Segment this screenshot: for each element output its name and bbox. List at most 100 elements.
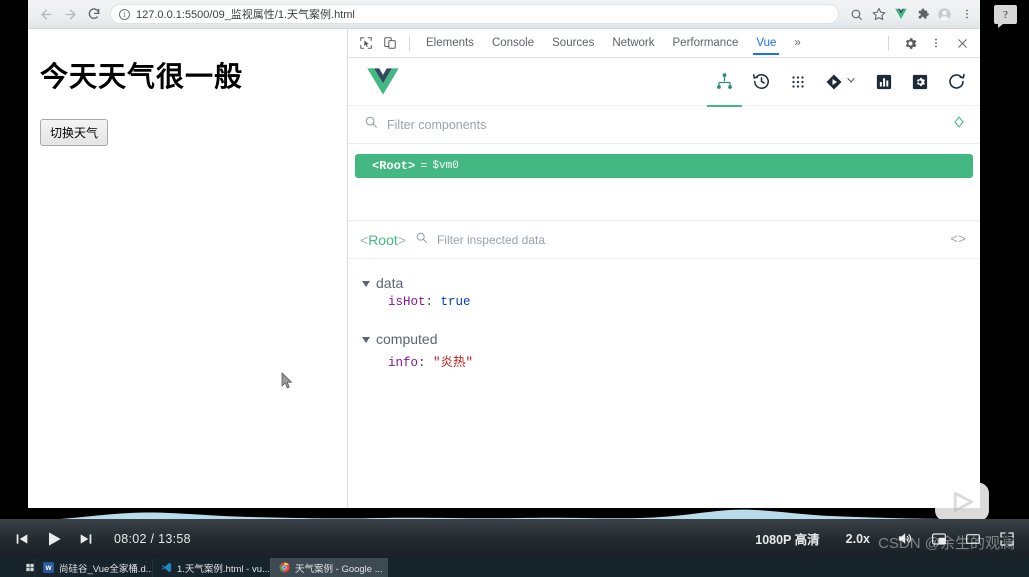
prop-key: info xyxy=(388,356,419,370)
video-player-controls: 08:02 / 13:58 1080P 高清 2.0x xyxy=(0,519,1029,558)
toggle-weather-button[interactable]: 切换天气 xyxy=(40,119,109,146)
tab-sources[interactable]: Sources xyxy=(543,32,603,55)
inspect-element-icon[interactable] xyxy=(354,32,378,54)
windows-taskbar: W 尚硅谷_Vue全家桶.d... 1.天气案例.html - vu... 天气… xyxy=(0,558,1029,577)
page-viewport: 今天天气很一般 切换天气 xyxy=(28,29,348,508)
word-icon: W xyxy=(43,562,54,573)
bookmark-star-icon[interactable] xyxy=(869,5,888,24)
windows-start-icon[interactable] xyxy=(0,558,34,577)
devtools-actions xyxy=(881,32,974,54)
chrome-menu-icon[interactable] xyxy=(957,5,976,24)
widescreen-icon[interactable] xyxy=(965,531,981,547)
prop-info: info: "炎热" xyxy=(388,356,474,370)
devtools-tabbar: Elements Console Sources Network Perform… xyxy=(348,29,980,58)
gear-icon[interactable] xyxy=(898,32,922,54)
tree-node-equals: = xyxy=(420,159,428,173)
group-label-data: data xyxy=(376,275,404,291)
volume-icon[interactable] xyxy=(896,530,913,547)
tree-node-vm: $vm0 xyxy=(432,160,459,172)
taskbar-item-vscode[interactable]: 1.天气案例.html - vu... xyxy=(152,558,270,577)
letterbox-right xyxy=(980,0,1029,508)
zoom-icon[interactable] xyxy=(847,5,866,24)
inspected-component-name: <Root> xyxy=(360,232,406,248)
play-icon[interactable] xyxy=(44,529,64,549)
inspected-data-body: data isHot: true computed info: "炎热" xyxy=(348,259,980,508)
previous-track-icon[interactable] xyxy=(14,531,30,547)
taskbar-label: 尚硅谷_Vue全家桶.d... xyxy=(59,563,152,575)
close-icon[interactable] xyxy=(950,32,974,54)
tab-network[interactable]: Network xyxy=(603,32,663,55)
time-display: 08:02 / 13:58 xyxy=(114,531,191,546)
taskbar-label: 天气案例 - Google ... xyxy=(295,563,383,575)
tree-row-root[interactable]: <Root> = $vm0 xyxy=(355,154,973,178)
angle-close: > xyxy=(397,231,406,248)
profile-avatar-icon[interactable] xyxy=(935,5,954,24)
browser-toolbar-icons xyxy=(847,5,980,24)
search-icon xyxy=(415,231,428,249)
address-bar-url: 127.0.0.1:5500/09_监视属性/1.天气案例.html xyxy=(136,9,355,21)
next-track-icon[interactable] xyxy=(78,531,94,547)
vue-tool-buttons xyxy=(707,67,966,107)
back-arrow-icon[interactable] xyxy=(34,2,58,26)
component-tree: <Root> = $vm0 xyxy=(348,144,980,220)
chevron-down-icon[interactable] xyxy=(845,73,857,91)
root-name: Root xyxy=(368,231,398,248)
group-data[interactable]: data xyxy=(362,275,980,291)
vue-devtools-icon[interactable] xyxy=(891,5,910,24)
vue-logo xyxy=(367,68,399,95)
group-computed[interactable]: computed xyxy=(362,331,980,347)
prop-key: isHot xyxy=(388,295,426,309)
group-label-computed: computed xyxy=(376,331,438,347)
taskbar-item-word[interactable]: W 尚硅谷_Vue全家桶.d... xyxy=(34,558,152,577)
tab-vue[interactable]: Vue xyxy=(747,32,785,55)
screen-root: i 127.0.0.1:5500/09_监视属性/1.天气案例.html 今天天… xyxy=(0,0,1029,577)
mouse-cursor xyxy=(281,372,293,389)
tab-overflow-chevron[interactable]: » xyxy=(785,32,809,55)
reload-icon[interactable] xyxy=(82,2,106,26)
speed-selector[interactable]: 2.0x xyxy=(846,532,870,546)
tab-performance[interactable]: Performance xyxy=(664,32,748,55)
vuex-dots-icon[interactable] xyxy=(789,67,807,97)
taskbar-item-chrome[interactable]: 天气案例 - Google ... xyxy=(270,558,388,577)
svg-text:W: W xyxy=(45,565,52,572)
device-toolbar-icon[interactable] xyxy=(378,32,402,54)
extensions-puzzle-icon[interactable] xyxy=(913,5,932,24)
prop-value: "炎热" xyxy=(433,356,474,370)
letterbox-left xyxy=(0,0,28,508)
tab-console[interactable]: Console xyxy=(483,32,543,55)
address-bar[interactable]: i 127.0.0.1:5500/09_监视属性/1.天气案例.html xyxy=(110,4,839,24)
search-icon xyxy=(364,115,378,134)
tree-node-tag: <Root> xyxy=(372,159,416,173)
recorded-browser-window: i 127.0.0.1:5500/09_监视属性/1.天气案例.html 今天天… xyxy=(28,0,980,508)
caret-down-icon[interactable] xyxy=(362,337,370,343)
devtools-panel: Elements Console Sources Network Perform… xyxy=(348,29,980,508)
tab-elements[interactable]: Elements xyxy=(417,32,483,55)
site-info-icon[interactable]: i xyxy=(119,8,130,20)
actions-divider xyxy=(888,35,889,51)
filter-components-input[interactable] xyxy=(387,117,943,132)
picture-in-picture-icon[interactable] xyxy=(931,531,947,547)
filter-inspected-data-input[interactable] xyxy=(436,232,942,247)
settings-square-icon[interactable] xyxy=(911,67,929,97)
kebab-menu-icon[interactable] xyxy=(924,32,948,54)
refresh-icon[interactable] xyxy=(947,67,966,97)
prop-value: true xyxy=(440,295,471,309)
caret-down-icon[interactable] xyxy=(362,281,370,287)
components-tree-icon[interactable] xyxy=(707,67,742,107)
routing-diamond-icon[interactable] xyxy=(825,67,857,97)
inspected-data-header: <Root> <> xyxy=(348,220,980,259)
page-title: 今天天气很一般 xyxy=(40,62,244,93)
timeline-history-icon[interactable] xyxy=(752,67,771,97)
help-tooltip-badge[interactable]: ? xyxy=(994,5,1017,28)
vue-devtools-header xyxy=(348,58,980,107)
filter-components-row xyxy=(348,106,980,144)
forward-arrow-icon[interactable] xyxy=(58,2,82,26)
quality-selector[interactable]: 1080P 高清 xyxy=(755,529,819,548)
fullscreen-icon[interactable] xyxy=(999,531,1015,547)
angle-open: < xyxy=(360,231,369,248)
select-target-icon[interactable] xyxy=(952,115,966,134)
chrome-icon xyxy=(279,562,290,573)
performance-bars-icon[interactable] xyxy=(875,67,893,97)
prop-isHot: isHot: true xyxy=(388,295,471,309)
code-view-toggle[interactable]: <> xyxy=(950,232,966,247)
